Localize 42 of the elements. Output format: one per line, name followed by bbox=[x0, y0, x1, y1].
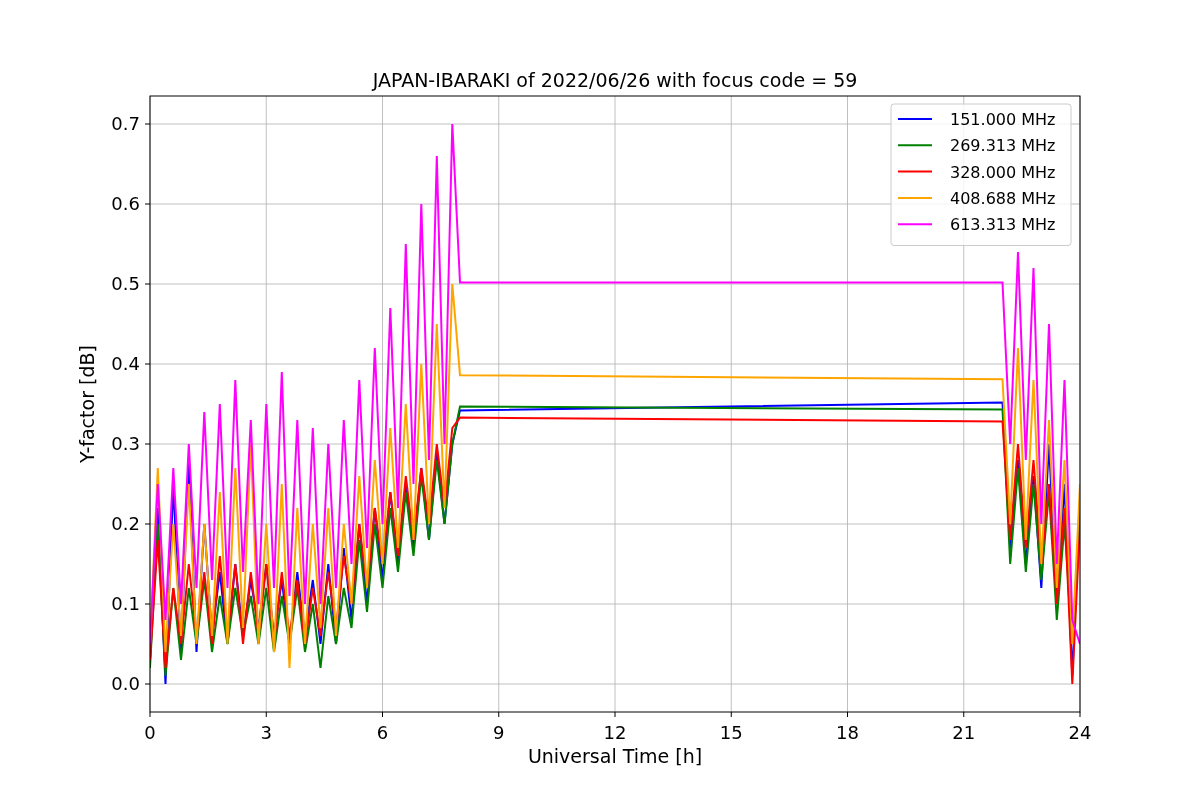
x-tick-label: 21 bbox=[952, 722, 976, 743]
y-tick-label: 0.5 bbox=[111, 273, 140, 294]
chart-title: JAPAN-IBARAKI of 2022/06/26 with focus code = 59 bbox=[372, 69, 858, 91]
y-tick-label: 0.6 bbox=[111, 193, 140, 214]
x-tick-label: 3 bbox=[260, 722, 272, 743]
legend-label: 269.313 MHz bbox=[950, 136, 1056, 156]
tick-mark bbox=[382, 711, 383, 718]
y-tick-label: 0.3 bbox=[111, 433, 140, 454]
x-tick-label: 18 bbox=[836, 722, 859, 743]
y-tick-label: 0.1 bbox=[111, 593, 140, 614]
legend-label: 408.688 MHz bbox=[950, 188, 1056, 208]
x-tick-label: 0 bbox=[144, 722, 156, 743]
y-tick-label: 0.4 bbox=[111, 353, 140, 374]
x-tick-label: 12 bbox=[603, 722, 627, 743]
y-tick-label: 0.7 bbox=[111, 113, 140, 134]
x-tick-label: 6 bbox=[376, 722, 389, 743]
y-axis-label: Y-factor [dB] bbox=[76, 345, 98, 463]
tick-mark bbox=[144, 443, 151, 445]
tick-mark bbox=[144, 283, 151, 285]
tick-mark bbox=[730, 711, 732, 718]
tick-mark bbox=[144, 363, 151, 365]
tick-mark bbox=[144, 523, 151, 525]
tick-mark bbox=[144, 683, 151, 685]
x-tick-label: 9 bbox=[493, 722, 505, 743]
legend-label: 328.000 MHz bbox=[950, 162, 1056, 182]
legend-label: 613.313 MHz bbox=[950, 215, 1056, 235]
x-axis-label: Universal Time [h] bbox=[527, 745, 703, 767]
tick-mark bbox=[963, 711, 965, 718]
tick-mark bbox=[149, 711, 151, 718]
tick-mark bbox=[847, 711, 848, 718]
tick-mark bbox=[144, 123, 151, 125]
y-tick-label: 0.2 bbox=[111, 513, 140, 534]
tick-mark bbox=[614, 711, 616, 718]
tick-mark bbox=[265, 711, 267, 718]
tick-mark bbox=[1079, 711, 1081, 718]
legend-label: 151.000 MHz bbox=[950, 110, 1056, 129]
x-tick-label: 15 bbox=[719, 722, 743, 743]
y-tick-label: 0.0 bbox=[111, 673, 140, 694]
tick-mark bbox=[498, 711, 500, 718]
tick-mark bbox=[144, 603, 151, 605]
tick-mark bbox=[144, 203, 151, 205]
x-tick-label: 24 bbox=[1068, 722, 1092, 743]
